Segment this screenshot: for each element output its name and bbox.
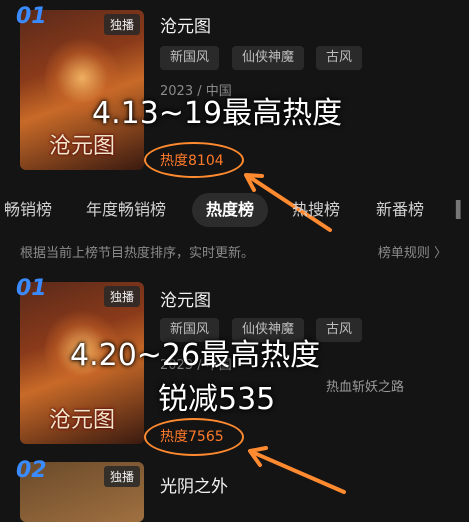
exclusive-badge: 独播 <box>103 466 140 487</box>
show-title[interactable]: 光阴之外 <box>160 472 228 497</box>
rank-number: 02 <box>16 458 47 483</box>
annotation-arrow-icon <box>248 446 346 494</box>
